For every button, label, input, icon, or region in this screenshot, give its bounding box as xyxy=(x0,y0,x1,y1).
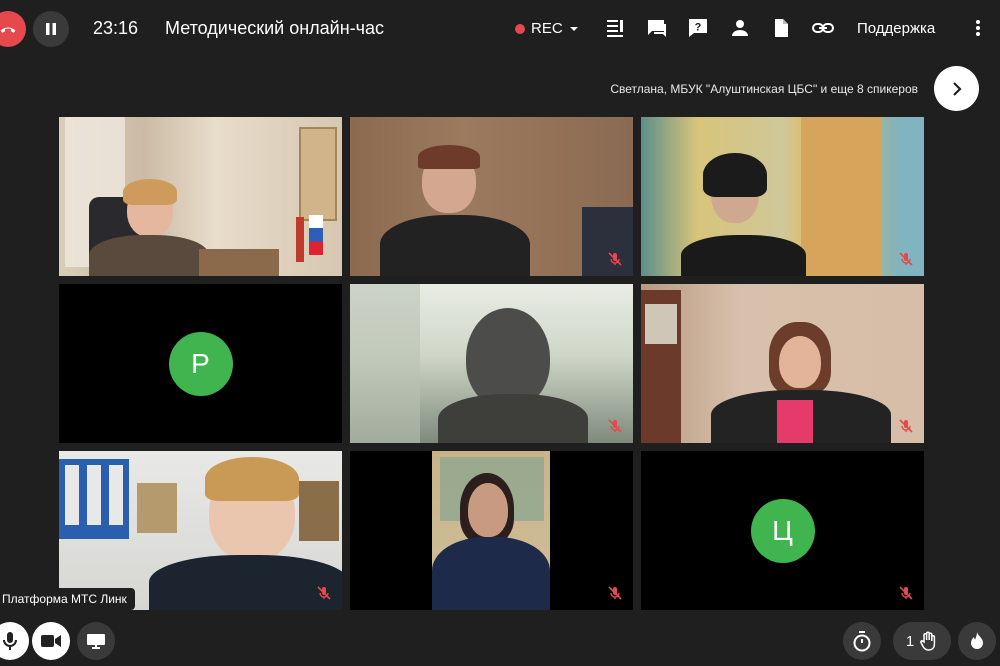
participant-video xyxy=(350,284,633,443)
participant-video xyxy=(350,451,633,610)
video-tile-speaker-6[interactable] xyxy=(641,284,924,443)
fire-icon xyxy=(971,632,983,649)
active-speakers-text: Светлана, МБУК "Алуштинская ЦБС" и еще 8… xyxy=(610,82,918,96)
more-menu-button[interactable] xyxy=(968,16,988,40)
link-icon xyxy=(812,23,834,33)
raise-hand-icon xyxy=(920,631,936,651)
more-vertical-icon xyxy=(976,20,980,36)
timer-button[interactable] xyxy=(843,622,881,660)
participant-video xyxy=(59,117,342,276)
copy-link-button[interactable] xyxy=(811,16,835,40)
next-page-button[interactable] xyxy=(934,66,979,111)
chat-button[interactable] xyxy=(645,16,669,40)
mic-muted-icon xyxy=(899,419,913,433)
mic-muted-icon xyxy=(608,419,622,433)
profile-button[interactable] xyxy=(728,16,752,40)
top-bar: 23:16 Методический онлайн-час REC ? Подд… xyxy=(0,0,1000,58)
record-button[interactable]: REC xyxy=(515,20,579,37)
mic-icon xyxy=(3,632,17,650)
avatar-tile-r[interactable]: Р xyxy=(59,284,342,443)
participant-video xyxy=(641,284,924,443)
video-tile-speaker-7[interactable] xyxy=(59,451,342,610)
participant-video xyxy=(59,451,342,610)
platform-label: Платформа МТС Линк xyxy=(0,588,135,610)
end-call-button[interactable] xyxy=(0,11,26,47)
participant-avatar: Р xyxy=(168,331,233,396)
camera-button[interactable] xyxy=(32,622,70,660)
question-button[interactable]: ? xyxy=(686,16,710,40)
participants-list-icon xyxy=(607,20,623,37)
video-tile-speaker-8[interactable] xyxy=(350,451,633,610)
mic-muted-icon xyxy=(899,252,913,266)
raised-hands-count: 1 xyxy=(905,632,915,650)
pause-icon xyxy=(46,23,56,35)
document-icon xyxy=(775,19,788,37)
files-button[interactable] xyxy=(769,16,793,40)
reactions-button[interactable] xyxy=(958,622,996,660)
participant-avatar: Ц xyxy=(750,498,815,563)
participant-video xyxy=(641,117,924,276)
video-tile-speaker-5[interactable] xyxy=(350,284,633,443)
camera-icon xyxy=(41,635,61,647)
mic-muted-icon xyxy=(899,586,913,600)
chat-icon xyxy=(648,20,666,37)
record-dot-icon xyxy=(515,23,525,34)
screen-share-icon xyxy=(87,634,105,649)
pause-button[interactable] xyxy=(33,11,69,47)
mic-muted-icon xyxy=(608,586,622,600)
microphone-button[interactable] xyxy=(0,622,29,660)
avatar-tile-ts[interactable]: Ц xyxy=(641,451,924,610)
call-timer: 23:16 xyxy=(93,18,139,38)
person-icon xyxy=(732,20,748,36)
chevron-right-icon xyxy=(952,81,962,96)
video-tile-speaker-2[interactable] xyxy=(350,117,633,276)
record-label: REC xyxy=(531,20,563,37)
participants-list-button[interactable] xyxy=(603,16,627,40)
video-tile-speaker-1[interactable] xyxy=(59,117,342,276)
mic-muted-icon xyxy=(608,252,622,266)
meeting-title: Методический онлайн-час xyxy=(165,18,385,38)
screen-share-button[interactable] xyxy=(77,622,115,660)
chevron-down-icon xyxy=(569,26,578,31)
svg-text:?: ? xyxy=(695,22,702,34)
end-call-icon xyxy=(0,27,16,33)
video-tile-speaker-3[interactable] xyxy=(641,117,924,276)
support-link[interactable]: Поддержка xyxy=(857,20,935,37)
timer-icon xyxy=(853,631,871,652)
mic-muted-icon xyxy=(317,586,331,600)
question-icon: ? xyxy=(689,19,707,37)
participant-video xyxy=(350,117,633,276)
raise-hand-button[interactable]: 1 xyxy=(893,622,951,660)
